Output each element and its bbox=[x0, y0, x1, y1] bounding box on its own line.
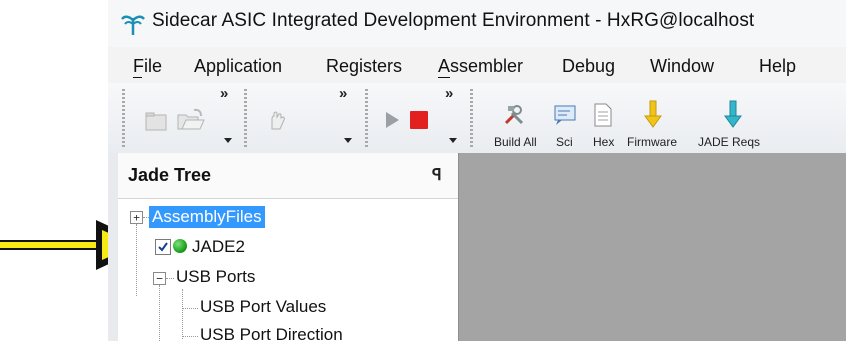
tree-connector bbox=[182, 336, 198, 337]
file-mnemonic bbox=[133, 77, 142, 78]
chevron-down-icon[interactable] bbox=[224, 138, 232, 143]
tree-item-assemblyfiles[interactable]: AssemblyFiles bbox=[149, 206, 265, 228]
tree-item-usb-ports[interactable]: USB Ports bbox=[176, 267, 255, 287]
jade-tree-panel: Jade Tree ꟼ + AssemblyFiles JADE2 − USB … bbox=[118, 153, 459, 341]
jade2-checkbox[interactable] bbox=[155, 239, 171, 255]
expand-toggle[interactable]: + bbox=[130, 211, 143, 224]
jade-reqs-button[interactable]: JADE Reqs bbox=[690, 83, 846, 153]
tree-item-usb-port-direction[interactable]: USB Port Direction bbox=[200, 325, 343, 341]
collapse-toggle[interactable]: − bbox=[153, 272, 166, 285]
title-bar: Sidecar ASIC Integrated Development Envi… bbox=[108, 0, 846, 47]
toolbar-grip[interactable] bbox=[122, 89, 125, 149]
tree-connector bbox=[182, 289, 183, 339]
pin-icon[interactable]: ꟼ bbox=[432, 165, 442, 185]
firmware-label: Firmware bbox=[627, 135, 677, 149]
toolbar: » » » Build All Sci Hex Firmware JADE Re… bbox=[108, 83, 846, 153]
build-all-label: Build All bbox=[494, 135, 537, 149]
overflow-chevron[interactable]: » bbox=[445, 85, 453, 102]
tree-item-jade2[interactable]: JADE2 bbox=[192, 237, 245, 257]
tree-connector bbox=[136, 224, 137, 296]
build-all-button[interactable]: Build All bbox=[486, 83, 542, 153]
open-folder-icon[interactable] bbox=[176, 107, 206, 133]
build-icon bbox=[504, 105, 524, 125]
jade-reqs-download-icon bbox=[724, 100, 742, 128]
menu-registers[interactable]: Registers bbox=[326, 56, 402, 77]
firmware-download-icon bbox=[644, 100, 662, 128]
checkmark-icon bbox=[158, 242, 168, 252]
document-area bbox=[458, 153, 846, 341]
hex-icon bbox=[594, 103, 612, 127]
window-title: Sidecar ASIC Integrated Development Envi… bbox=[152, 10, 755, 31]
toolbar-grip[interactable] bbox=[244, 89, 247, 149]
chevron-down-icon[interactable] bbox=[344, 138, 352, 143]
stop-icon[interactable] bbox=[410, 111, 428, 129]
panel-title: Jade Tree bbox=[128, 165, 212, 185]
sci-button[interactable]: Sci bbox=[548, 83, 582, 153]
panel-header: Jade Tree ꟼ bbox=[118, 153, 458, 199]
toolbar-grip[interactable] bbox=[470, 89, 473, 149]
play-icon[interactable] bbox=[383, 110, 401, 130]
overflow-chevron[interactable]: » bbox=[220, 85, 228, 102]
chevron-down-icon[interactable] bbox=[449, 138, 457, 143]
tree-connector bbox=[182, 308, 198, 309]
tree-connector bbox=[166, 278, 174, 279]
menu-help[interactable]: Help bbox=[759, 56, 796, 77]
jade-reqs-label: JADE Reqs bbox=[698, 135, 761, 149]
sci-label: Sci bbox=[556, 135, 573, 149]
menu-application[interactable]: Application bbox=[194, 56, 282, 77]
toolbar-grip[interactable] bbox=[365, 89, 368, 149]
menu-assembler[interactable]: Assembler bbox=[438, 56, 523, 77]
tree-item-usb-port-values[interactable]: USB Port Values bbox=[200, 297, 326, 317]
app-logo-icon bbox=[121, 15, 145, 35]
new-folder-icon[interactable] bbox=[144, 110, 170, 132]
tree-item-label: AssemblyFiles bbox=[152, 207, 262, 226]
status-dot-icon bbox=[173, 239, 187, 253]
assembler-mnemonic bbox=[438, 77, 450, 78]
menu-bar: File Application Registers Assembler Deb… bbox=[108, 47, 846, 83]
overflow-chevron[interactable]: » bbox=[339, 85, 347, 102]
menu-file[interactable]: File bbox=[133, 56, 162, 77]
menu-debug[interactable]: Debug bbox=[562, 56, 615, 77]
sci-icon bbox=[554, 105, 576, 125]
tree-connector bbox=[159, 285, 160, 341]
menu-window[interactable]: Window bbox=[650, 56, 714, 77]
hex-button[interactable]: Hex bbox=[584, 83, 620, 153]
app-window: Sidecar ASIC Integrated Development Envi… bbox=[108, 0, 846, 341]
firmware-button[interactable]: Firmware bbox=[622, 83, 686, 153]
hand-icon[interactable] bbox=[266, 109, 288, 131]
hex-label: Hex bbox=[593, 135, 615, 149]
dock-strip bbox=[108, 153, 118, 341]
